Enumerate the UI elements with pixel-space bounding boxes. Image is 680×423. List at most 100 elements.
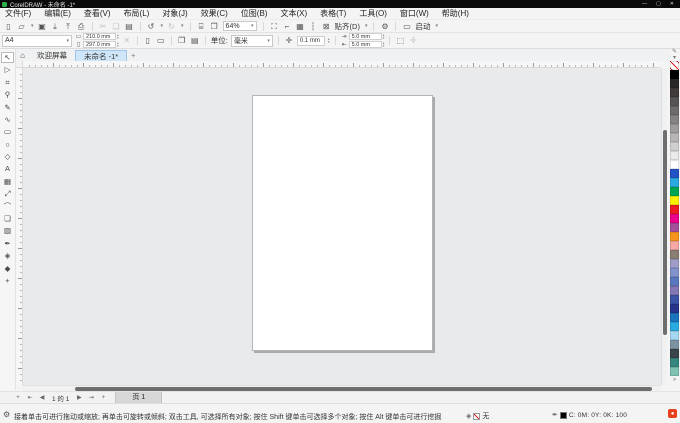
minimize-button[interactable]: —	[642, 1, 647, 7]
palette-swatch[interactable]	[670, 205, 679, 214]
crop-tool[interactable]: ⌗	[1, 77, 14, 88]
menu-item[interactable]: 窗口(W)	[400, 8, 429, 19]
smart-fill-tool[interactable]: ◈	[1, 250, 14, 261]
rectangle-tool[interactable]: ▭	[1, 126, 14, 137]
menu-item[interactable]: 查看(V)	[84, 8, 111, 19]
polygon-tool[interactable]: ◇	[1, 151, 14, 162]
redo-icon[interactable]: ↻	[167, 21, 176, 32]
status-gear-icon[interactable]: ⚙	[3, 410, 10, 419]
units-combo[interactable]: 毫米 ▾	[230, 34, 273, 47]
palette-swatch[interactable]	[670, 187, 679, 196]
save-icon[interactable]: ▣	[38, 21, 47, 32]
palette-swatch[interactable]	[670, 331, 679, 340]
corner-app-icon[interactable]: ●	[668, 409, 677, 418]
drawing-canvas[interactable]	[23, 68, 661, 385]
pick-tool[interactable]: ↖	[1, 52, 14, 64]
palette-swatch[interactable]	[670, 358, 679, 367]
page-height-input[interactable]: 297.0 mm	[83, 41, 116, 48]
search-content-icon[interactable]: ⌸	[197, 21, 206, 32]
menu-item[interactable]: 效果(C)	[201, 8, 228, 19]
add-page-button[interactable]: +	[14, 395, 22, 401]
treat-as-filled-toggle[interactable]: ⬚	[395, 35, 405, 47]
autofit-page-icon[interactable]: ✕	[122, 35, 132, 47]
page-height-stepper[interactable]	[117, 42, 119, 48]
page-size-combo[interactable]: A4 ▾	[2, 34, 72, 47]
palette-swatch[interactable]	[670, 196, 679, 205]
drop-shadow-tool[interactable]: ❏	[1, 213, 14, 224]
palette-swatch[interactable]	[670, 169, 679, 178]
connector-tool[interactable]: ⌒	[1, 201, 14, 212]
home-tab-icon[interactable]: ⌂	[16, 50, 29, 61]
vertical-scrollbar-thumb[interactable]	[663, 130, 667, 335]
menu-item[interactable]: 表格(T)	[320, 8, 346, 19]
palette-swatch[interactable]	[670, 214, 679, 223]
snap-off-icon[interactable]: ⊠	[322, 21, 331, 32]
palette-swatch[interactable]	[670, 286, 679, 295]
palette-swatch[interactable]	[670, 97, 679, 106]
launch-icon[interactable]: ▭	[402, 21, 411, 32]
color-eyedropper-tool[interactable]: ✒	[1, 238, 14, 249]
duplicate-x-stepper[interactable]	[383, 34, 385, 40]
zoom-tool[interactable]: ⚲	[1, 89, 14, 100]
palette-swatch[interactable]	[670, 115, 679, 124]
menu-item[interactable]: 帮助(H)	[442, 8, 469, 19]
open-icon[interactable]: ▱	[17, 21, 26, 32]
fill-indicator[interactable]: ◈ 无	[466, 411, 489, 421]
chevron-down-icon[interactable]: ▾	[435, 23, 438, 29]
undo-icon[interactable]: ↺	[147, 21, 156, 32]
export-icon[interactable]: ⤒	[64, 21, 73, 32]
launch-menu-button[interactable]: 启动	[415, 21, 430, 32]
palette-swatch[interactable]	[670, 349, 679, 358]
palette-swatch[interactable]	[670, 232, 679, 241]
options-gear-icon[interactable]: ⚙	[380, 21, 389, 32]
palette-swatch[interactable]	[670, 142, 679, 151]
nudge-distance-input[interactable]: 0.1 mm	[296, 35, 325, 46]
palette-swatch[interactable]	[670, 160, 679, 169]
outline-indicator[interactable]: ✒ C: 0M: 0Y: 0K: 100	[552, 411, 627, 419]
menu-item[interactable]: 布局(L)	[124, 8, 150, 19]
snap-menu-button[interactable]: 贴齐(D)	[335, 21, 360, 32]
tab-welcome-screen[interactable]: 欢迎屏幕	[29, 50, 75, 61]
nudge-stepper[interactable]	[328, 38, 330, 44]
palette-swatch[interactable]	[670, 79, 679, 88]
menu-item[interactable]: 文本(X)	[280, 8, 307, 19]
palette-swatch[interactable]	[670, 124, 679, 133]
menu-item[interactable]: 对象(J)	[162, 8, 187, 19]
palette-swatch[interactable]	[670, 313, 679, 322]
import-icon[interactable]: ⤓	[51, 21, 60, 32]
parallel-dimension-tool[interactable]: ⤢	[1, 188, 14, 199]
transparency-tool[interactable]: ▨	[1, 225, 14, 236]
palette-flyout-icon[interactable]: »	[673, 377, 676, 383]
tab-untitled-document[interactable]: 未命名 -1*	[75, 50, 128, 61]
cut-icon[interactable]: ✂	[99, 21, 108, 32]
add-tool-button[interactable]: +	[1, 275, 14, 286]
show-rulers-icon[interactable]: ⌐	[283, 21, 292, 32]
vertical-scrollbar[interactable]	[661, 68, 667, 385]
ellipse-tool[interactable]: ○	[1, 139, 14, 150]
palette-swatch[interactable]	[670, 70, 679, 79]
show-guidelines-icon[interactable]: ┆	[309, 21, 318, 32]
paste-icon[interactable]: ▤	[125, 21, 134, 32]
interactive-fill-tool[interactable]: ◆	[1, 263, 14, 274]
menu-item[interactable]: 文件(F)	[5, 8, 31, 19]
duplicate-y-stepper[interactable]	[383, 42, 385, 48]
menu-item[interactable]: 位图(B)	[241, 8, 268, 19]
page-width-input[interactable]: 210.0 mm	[83, 33, 116, 40]
palette-swatch[interactable]	[670, 367, 679, 376]
new-document-tab-button[interactable]: +	[127, 50, 139, 61]
duplicate-y-input[interactable]: 5.0 mm	[348, 41, 382, 48]
maximize-button[interactable]: ▢	[656, 1, 661, 7]
zoom-level-combo[interactable]: 64% ▾	[222, 21, 257, 31]
redo-dropdown-icon[interactable]: ▾	[181, 23, 184, 29]
vertical-ruler[interactable]	[16, 68, 23, 385]
palette-swatch[interactable]	[670, 295, 679, 304]
copy-icon[interactable]: ❏	[112, 21, 121, 32]
show-grid-icon[interactable]: ▦	[296, 21, 305, 32]
new-document-icon[interactable]: ▯	[4, 21, 13, 32]
open-dropdown-icon[interactable]: ▾	[31, 23, 34, 29]
palette-swatch[interactable]	[670, 241, 679, 250]
text-tool[interactable]: A	[1, 164, 14, 175]
all-pages-button[interactable]: ❐	[177, 35, 187, 47]
first-page-button[interactable]: ⇤	[26, 394, 34, 401]
freehand-tool[interactable]: ✎	[1, 102, 14, 113]
